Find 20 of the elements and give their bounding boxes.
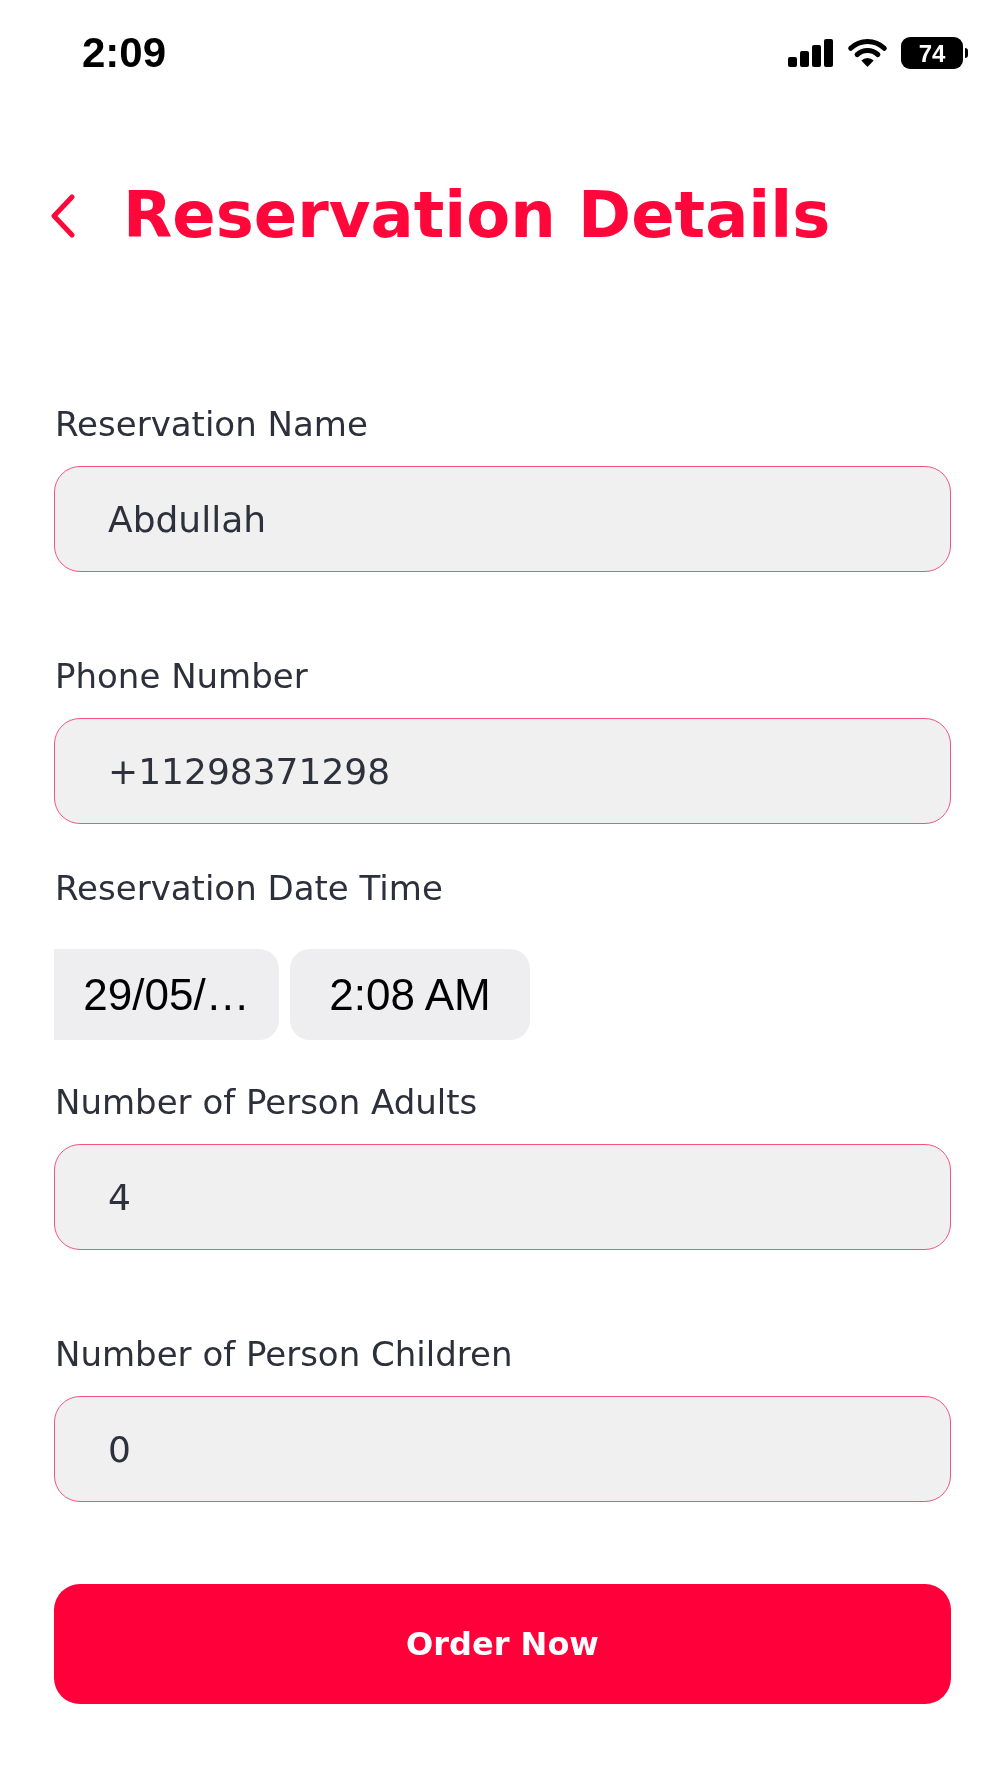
- time-picker-button[interactable]: 2:08 AM: [290, 949, 530, 1040]
- battery-icon: [901, 37, 968, 69]
- order-now-button[interactable]: Order Now: [54, 1584, 951, 1704]
- field-label: Phone Number: [55, 656, 308, 697]
- back-button[interactable]: [50, 193, 76, 238]
- field-label: Number of Person Adults: [55, 1082, 478, 1123]
- wifi-icon: [847, 38, 888, 68]
- field-label: Reservation Name: [55, 404, 368, 445]
- page-title: Reservation Details: [123, 177, 831, 254]
- input-field[interactable]: +11298371298: [54, 718, 951, 824]
- input-field[interactable]: 0: [54, 1396, 951, 1502]
- status-time: 2:09: [82, 32, 167, 74]
- input-field[interactable]: 4: [54, 1144, 951, 1250]
- battery-percentage: 74: [918, 39, 946, 67]
- field-label: Number of Person Children: [55, 1334, 513, 1375]
- chevron-left-icon: [50, 193, 76, 238]
- field-label: Reservation Date Time: [55, 868, 443, 909]
- signal-icon: [788, 39, 833, 67]
- input-field[interactable]: Abdullah: [54, 466, 951, 572]
- date-picker-button[interactable]: 29/05/…: [54, 949, 279, 1040]
